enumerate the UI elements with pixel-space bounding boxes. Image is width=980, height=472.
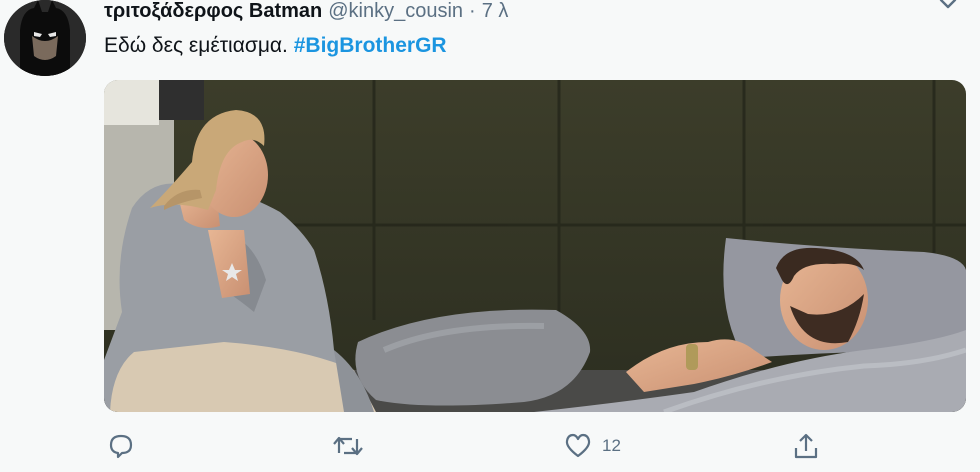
more-options-button[interactable]: [936, 0, 960, 14]
reply-icon: [109, 434, 133, 459]
reply-button[interactable]: [108, 430, 134, 462]
heart-icon: [565, 433, 591, 458]
avatar[interactable]: [4, 0, 86, 76]
tweet-media[interactable]: [104, 80, 966, 412]
retweet-icon: [333, 436, 363, 456]
display-name[interactable]: τριτοξάδερφος Batman: [104, 0, 322, 23]
action-bar: 12: [104, 430, 824, 462]
retweet-button[interactable]: [332, 430, 364, 462]
share-icon: [794, 433, 818, 459]
chevron-down-icon: [939, 0, 957, 9]
tweet-text: Εδώ δες εμέτιασμα. #BigBrotherGR: [104, 34, 447, 58]
timestamp[interactable]: 7 λ: [482, 0, 509, 23]
share-button[interactable]: [792, 430, 820, 462]
separator: ·: [469, 0, 476, 22]
tweet: τριτοξάδερφος Batman @kinky_cousin · 7 λ…: [0, 0, 980, 472]
tweet-header: τριτοξάδερφος Batman @kinky_cousin · 7 λ: [104, 0, 508, 22]
like-button[interactable]: 12: [564, 430, 621, 462]
user-handle[interactable]: @kinky_cousin: [328, 0, 463, 23]
like-count: 12: [602, 436, 621, 455]
media-image: [104, 80, 966, 412]
hashtag-link[interactable]: #BigBrotherGR: [294, 34, 447, 57]
tweet-body: Εδώ δες εμέτιασμα.: [104, 34, 288, 57]
batman-avatar-image: [4, 0, 86, 76]
